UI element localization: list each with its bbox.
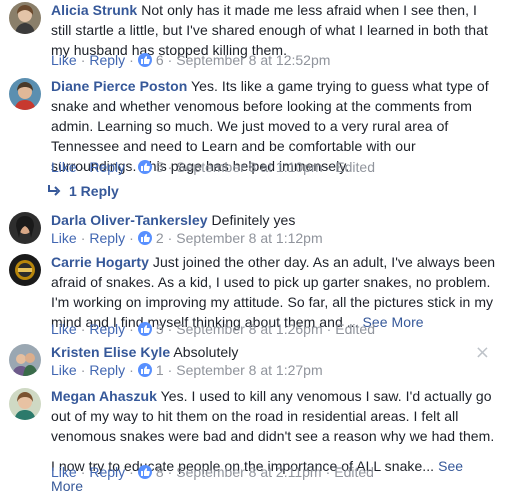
thumbs-up-icon[interactable]	[137, 363, 152, 377]
timestamp[interactable]: September 8 at 1:26pm	[176, 321, 322, 337]
commenter-name[interactable]: Kristen Elise Kyle	[51, 344, 170, 360]
timestamp[interactable]: September 8 at 1:10pm	[176, 159, 322, 175]
timestamp[interactable]: September 8 at 1:27pm	[176, 362, 322, 378]
comment-actions: Like · Reply · 5 · September 8 at 1:10pm · Edite…	[51, 157, 375, 177]
like-link[interactable]: Like	[51, 159, 77, 175]
separator: ·	[167, 52, 173, 68]
like-count[interactable]: 5	[156, 159, 164, 175]
edited-label[interactable]: Edited	[335, 321, 375, 337]
separator: ·	[167, 321, 173, 337]
replies-label[interactable]: 1 Reply	[69, 183, 119, 199]
separator: ·	[80, 362, 86, 378]
like-link[interactable]: Like	[51, 464, 77, 480]
separator: ·	[80, 159, 86, 175]
thumbs-up-icon[interactable]	[137, 53, 152, 67]
avatar[interactable]	[9, 344, 41, 376]
like-count[interactable]: 1	[156, 362, 164, 378]
like-link[interactable]: Like	[51, 321, 77, 337]
thumbs-up-icon[interactable]	[137, 231, 152, 245]
separator: ·	[167, 464, 173, 480]
thumbs-up-icon[interactable]	[137, 322, 152, 336]
separator: ·	[167, 159, 173, 175]
separator: ·	[129, 52, 134, 68]
separator: ·	[326, 159, 332, 175]
like-link[interactable]: Like	[51, 362, 77, 378]
thumbs-up-icon[interactable]	[137, 465, 152, 479]
timestamp[interactable]: September 8 at 12:52pm	[176, 52, 330, 68]
avatar[interactable]	[9, 78, 41, 110]
thumbs-up-icon[interactable]	[137, 160, 152, 174]
separator: ·	[80, 464, 86, 480]
reply-arrow-icon	[47, 181, 61, 201]
avatar[interactable]	[9, 2, 41, 34]
timestamp[interactable]: September 8 at 2:11pm	[176, 464, 321, 480]
comment-actions: Like · Reply · 6 · September 8 at 12:52pm	[51, 50, 330, 70]
comment-actions: Like · Reply · 1 · September 8 at 1:27pm	[51, 360, 323, 380]
timestamp[interactable]: September 8 at 1:12pm	[176, 230, 322, 246]
like-link[interactable]: Like	[51, 52, 77, 68]
like-count[interactable]: 8	[156, 464, 164, 480]
comment-actions: Like · Reply · 2 · September 8 at 1:12pm	[51, 228, 323, 248]
reply-link[interactable]: Reply	[89, 464, 125, 480]
separator: ·	[80, 230, 86, 246]
like-count[interactable]: 2	[156, 230, 164, 246]
avatar[interactable]	[9, 388, 41, 420]
reply-link[interactable]: Reply	[89, 362, 125, 378]
separator: ·	[129, 159, 134, 175]
commenter-name[interactable]: Diane Pierce Poston	[51, 78, 187, 94]
reply-link[interactable]: Reply	[89, 230, 125, 246]
like-count[interactable]: 5	[156, 321, 164, 337]
commenter-name[interactable]: Megan Ahaszuk	[51, 388, 157, 404]
comment-text: Absolutely	[173, 344, 239, 360]
comment-actions: Like · Reply · 8 · September 8 at 2:11pm · Edite…	[51, 462, 374, 482]
edited-label[interactable]: Edited	[335, 159, 375, 175]
view-replies-link[interactable]: 1 Reply	[47, 181, 119, 201]
comment-body: Kristen Elise Kyle Absolutely	[51, 342, 499, 362]
close-icon[interactable]: ×	[475, 344, 490, 362]
reply-link[interactable]: Reply	[89, 52, 125, 68]
separator: ·	[129, 230, 134, 246]
separator: ·	[326, 321, 332, 337]
separator: ·	[129, 362, 134, 378]
separator: ·	[167, 230, 173, 246]
separator: ·	[80, 321, 86, 337]
edited-label[interactable]: Edited	[334, 464, 374, 480]
comment-feed: Alicia Strunk Not only has it made me le…	[0, 0, 508, 494]
separator: ·	[167, 362, 173, 378]
commenter-name[interactable]: Carrie Hogarty	[51, 254, 149, 270]
comment-body: Darla Oliver-Tankersley Definitely yes	[51, 210, 499, 230]
avatar[interactable]	[9, 212, 41, 244]
comment-actions: Like · Reply · 5 · September 8 at 1:26pm · Edite…	[51, 319, 375, 339]
commenter-name[interactable]: Alicia Strunk	[51, 2, 137, 18]
separator: ·	[129, 464, 134, 480]
avatar[interactable]	[9, 254, 41, 286]
reply-link[interactable]: Reply	[89, 159, 125, 175]
commenter-name[interactable]: Darla Oliver-Tankersley	[51, 212, 208, 228]
comment-text: Definitely yes	[211, 212, 296, 228]
like-count[interactable]: 6	[156, 52, 164, 68]
like-link[interactable]: Like	[51, 230, 77, 246]
separator: ·	[325, 464, 331, 480]
reply-link[interactable]: Reply	[89, 321, 125, 337]
separator: ·	[80, 52, 86, 68]
separator: ·	[129, 321, 134, 337]
